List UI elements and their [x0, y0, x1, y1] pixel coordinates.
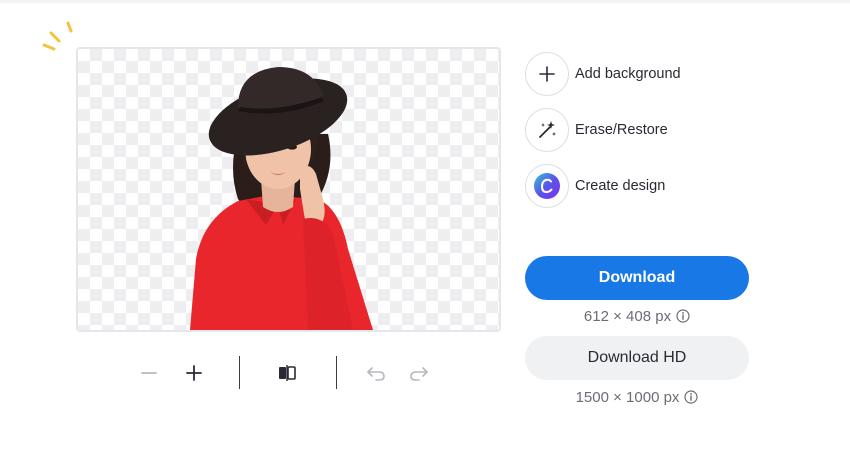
toolbar-divider — [336, 356, 337, 389]
erase-restore-label: Erase/Restore — [575, 122, 668, 138]
zoom-in-icon — [186, 365, 202, 381]
redo-icon — [410, 367, 428, 381]
magic-wand-icon — [539, 121, 556, 138]
download-dimensions-text: 612 × 408 px — [583, 307, 672, 325]
add-background-button[interactable]: Add background — [525, 52, 765, 96]
zoom-out-button[interactable] — [132, 356, 166, 390]
compare-button[interactable] — [270, 356, 304, 390]
zoom-in-button[interactable] — [177, 356, 211, 390]
create-design-button[interactable]: Create design — [525, 164, 765, 208]
plus-icon — [539, 66, 555, 82]
erase-restore-icon-circle — [525, 108, 569, 152]
download-dimensions: 612 × 408 px — [525, 306, 749, 326]
info-icon[interactable] — [684, 390, 699, 404]
download-button[interactable]: Download — [525, 256, 749, 300]
canva-logo-icon — [534, 173, 560, 199]
toolbar-divider — [239, 356, 240, 389]
add-background-label: Add background — [575, 66, 681, 82]
create-design-icon-circle — [525, 164, 569, 208]
top-divider — [0, 0, 850, 3]
compare-icon — [279, 365, 296, 381]
redo-button[interactable] — [402, 356, 436, 390]
download-hd-dimensions-text: 1500 × 1000 px — [575, 388, 680, 406]
sparkle-icon — [42, 21, 73, 51]
preview-toolbar — [130, 356, 440, 390]
add-background-icon-circle — [525, 52, 569, 96]
download-hd-dimensions: 1500 × 1000 px — [525, 387, 749, 407]
download-hd-button[interactable]: Download HD — [525, 336, 749, 380]
create-design-label: Create design — [575, 178, 666, 194]
erase-restore-button[interactable]: Erase/Restore — [525, 108, 765, 152]
undo-button[interactable] — [359, 356, 393, 390]
info-icon[interactable] — [676, 309, 690, 323]
zoom-out-icon — [141, 372, 157, 374]
undo-icon — [367, 367, 385, 381]
person-cutout-image — [190, 67, 373, 330]
image-preview — [76, 47, 501, 332]
